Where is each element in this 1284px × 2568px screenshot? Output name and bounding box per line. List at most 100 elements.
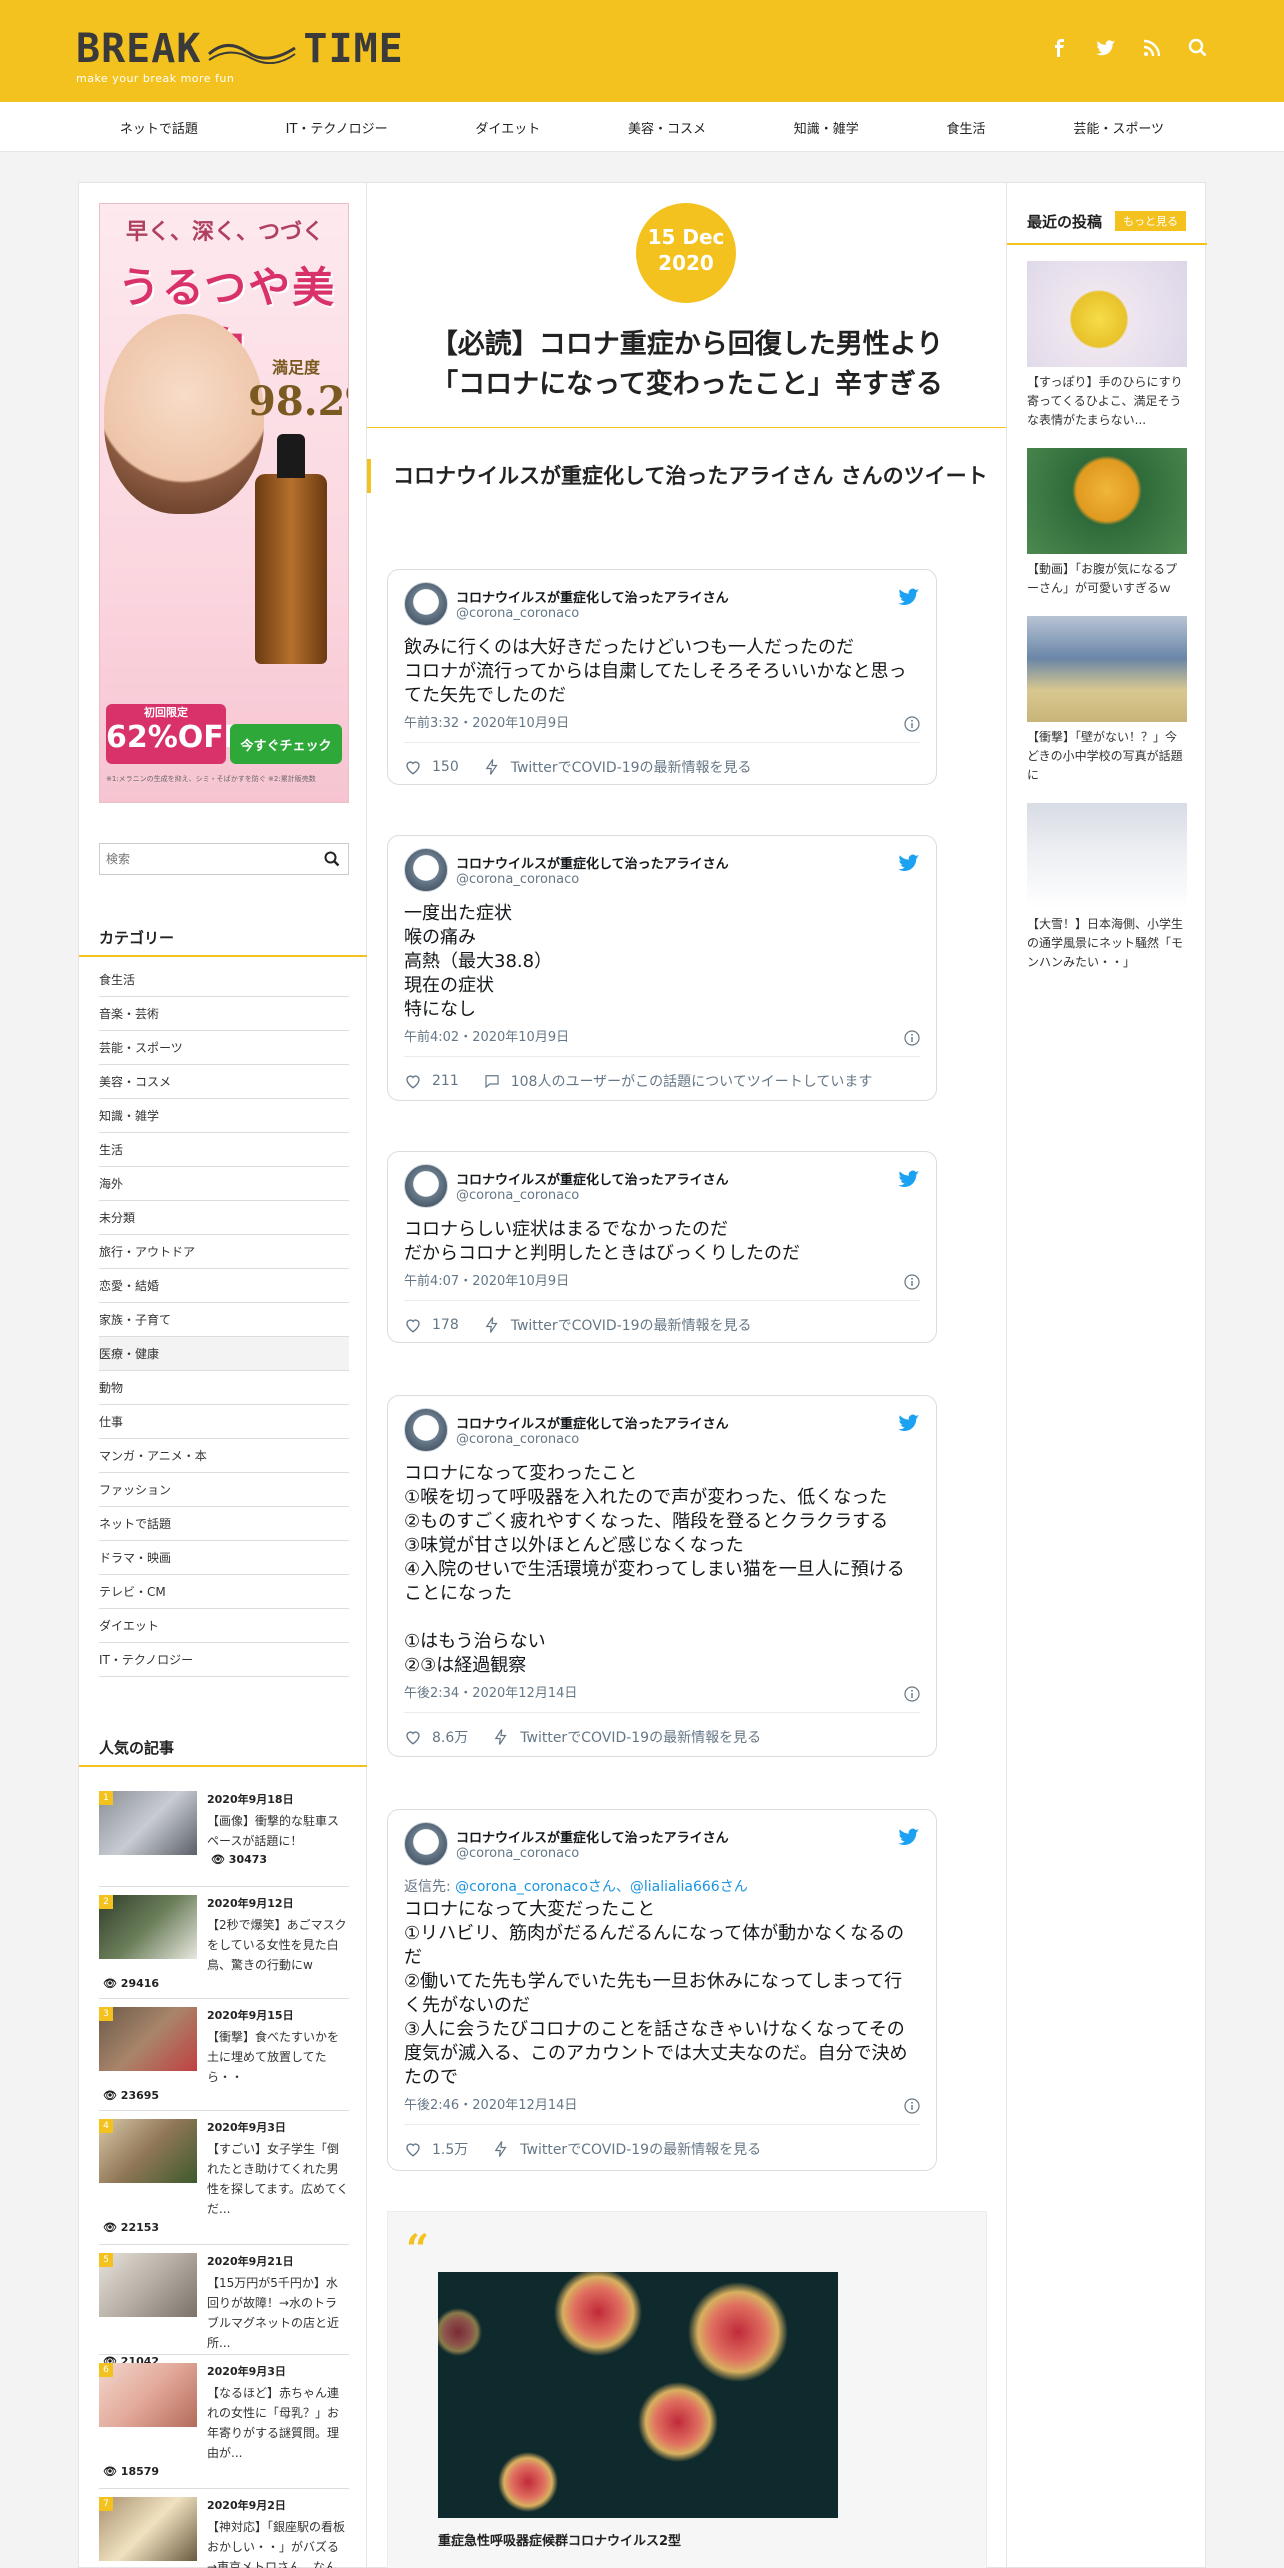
tweet-author-name[interactable]: コロナウイルスが重症化して治ったアライさん xyxy=(456,1827,729,1846)
twitter-bird-icon[interactable] xyxy=(898,586,920,608)
info-icon[interactable] xyxy=(904,716,920,732)
popular-item[interactable]: 6 2020年9月3日 【なるほど】赤ちゃん連れの女性に「母乳？」お年寄りがする… xyxy=(99,2355,349,2489)
tweet-author-handle[interactable]: @corona_coronaco xyxy=(456,872,729,887)
category-item[interactable]: マンガ・アニメ・本 xyxy=(99,1439,349,1473)
tweet-like-count[interactable]: 1.5万 xyxy=(432,2139,468,2159)
tweet-avatar[interactable] xyxy=(404,1164,448,1208)
nav-item-diet[interactable]: ダイエット xyxy=(475,118,540,137)
twitter-icon[interactable] xyxy=(1096,38,1116,58)
popular-title[interactable]: 【画像】衝撃的な駐車スペースが話題に！ xyxy=(207,1811,349,1851)
popular-item[interactable]: 7 2020年9月2日 【神対応】「銀座駅の看板おかしい・・」がバズる→東京メト… xyxy=(99,2489,349,2568)
nav-item-knowledge[interactable]: 知識・雑学 xyxy=(794,118,859,137)
popular-title[interactable]: 【衝撃】食べたすいかを土に埋めて放置してたら・・ xyxy=(207,2027,349,2087)
tweet-timestamp[interactable]: 午前4:07・2020年10月9日 xyxy=(404,1274,569,1289)
category-item[interactable]: 知識・雑学 xyxy=(99,1099,349,1133)
category-item[interactable]: 芸能・スポーツ xyxy=(99,1031,349,1065)
category-item[interactable]: 仕事 xyxy=(99,1405,349,1439)
category-item[interactable]: 音楽・芸術 xyxy=(99,997,349,1031)
embedded-tweet[interactable]: コロナウイルスが重症化して治ったアライさん @corona_coronaco コ… xyxy=(387,1151,937,1343)
embedded-tweet[interactable]: コロナウイルスが重症化して治ったアライさん @corona_coronaco コ… xyxy=(387,1395,937,1757)
info-icon[interactable] xyxy=(904,1030,920,1046)
popular-thumb-image[interactable] xyxy=(99,2119,197,2183)
tweet-footer-link[interactable]: TwitterでCOVID-19の最新情報を見る xyxy=(520,2139,761,2159)
tweet-like-count[interactable]: 178 xyxy=(432,1317,459,1333)
popular-item[interactable]: 3 2020年9月15日 【衝撃】食べたすいかを土に埋めて放置してたら・・ 👁 … xyxy=(99,1999,349,2111)
popular-title[interactable]: 【すごい】女子学生「倒れたとき助けてくれた男性を探してます。広めてくだ... xyxy=(207,2139,349,2219)
recent-post-title[interactable]: 【大雪！】日本海側、小学生の通学風景にネット騒然「モンハンみたい・・」 xyxy=(1027,915,1187,972)
tweet-avatar[interactable] xyxy=(404,1408,448,1452)
tweet-timestamp[interactable]: 午後2:34・2020年12月14日 xyxy=(404,1686,577,1701)
tweet-author-handle[interactable]: @corona_coronaco xyxy=(456,1188,729,1203)
embedded-tweet[interactable]: コロナウイルスが重症化して治ったアライさん @corona_coronaco 飲… xyxy=(387,569,937,785)
category-item[interactable]: 動物 xyxy=(99,1371,349,1405)
tweet-author-handle[interactable]: @corona_coronaco xyxy=(456,1846,729,1861)
nav-item-entertainment[interactable]: 芸能・スポーツ xyxy=(1073,118,1164,137)
tweet-timestamp[interactable]: 午前4:02・2020年10月9日 xyxy=(404,1030,569,1045)
popular-item[interactable]: 5 2020年9月21日 【15万円が5千円か】水回りが故障！→水のトラブルマグ… xyxy=(99,2245,349,2368)
info-icon[interactable] xyxy=(904,1274,920,1290)
tweet-footer-link[interactable]: TwitterでCOVID-19の最新情報を見る xyxy=(520,1727,761,1747)
tweet-author-name[interactable]: コロナウイルスが重症化して治ったアライさん xyxy=(456,1413,729,1432)
popular-thumb-image[interactable] xyxy=(99,2007,197,2071)
category-item[interactable]: ネットで話題 xyxy=(99,1507,349,1541)
tweet-timestamp[interactable]: 午前3:32・2020年10月9日 xyxy=(404,716,569,731)
site-logo[interactable]: BREAK TIME make your break more fun xyxy=(76,26,404,85)
popular-thumb-image[interactable] xyxy=(99,1895,197,1959)
tweet-reply-mentions[interactable]: @corona_coronacoさん、@lialialia666さん xyxy=(455,1879,748,1895)
info-icon[interactable] xyxy=(904,1686,920,1702)
heart-icon[interactable] xyxy=(404,1072,422,1090)
popular-thumb-image[interactable] xyxy=(99,1791,197,1855)
recent-post-item[interactable]: 【すっぽり】手のひらにすり寄ってくるひよこ、満足そうな表情がたまらない... xyxy=(1027,261,1187,430)
category-item[interactable]: テレビ・CM xyxy=(99,1575,349,1609)
category-item[interactable]: 生活 xyxy=(99,1133,349,1167)
search-icon[interactable] xyxy=(1188,38,1208,58)
rss-icon[interactable] xyxy=(1142,38,1162,58)
heart-icon[interactable] xyxy=(404,2140,422,2158)
popular-thumb-image[interactable] xyxy=(99,2253,197,2317)
tweet-timestamp[interactable]: 午後2:46・2020年12月14日 xyxy=(404,2098,577,2113)
recent-post-title[interactable]: 【衝撃】「壁がない！？」今どきの小中学校の写真が話題に xyxy=(1027,728,1187,785)
recent-post-item[interactable]: 【衝撃】「壁がない！？」今どきの小中学校の写真が話題に xyxy=(1027,616,1187,785)
twitter-bird-icon[interactable] xyxy=(898,1168,920,1190)
category-item[interactable]: 未分類 xyxy=(99,1201,349,1235)
popular-thumb-image[interactable] xyxy=(99,2363,197,2427)
popular-thumb-image[interactable] xyxy=(99,2497,197,2561)
category-item[interactable]: ダイエット xyxy=(99,1609,349,1643)
heart-icon[interactable] xyxy=(404,1316,422,1334)
popular-title[interactable]: 【15万円が5千円か】水回りが故障！→水のトラブルマグネットの店と近所... xyxy=(207,2273,349,2353)
category-item[interactable]: 家族・子育て xyxy=(99,1303,349,1337)
search-input[interactable] xyxy=(100,844,300,874)
info-icon[interactable] xyxy=(904,2098,920,2114)
nav-item-net[interactable]: ネットで話題 xyxy=(120,118,198,137)
recent-post-title[interactable]: 【動画】「お腹が気になるプーさん」が可愛いすぎるｗ xyxy=(1027,560,1187,598)
category-item[interactable]: ファッション xyxy=(99,1473,349,1507)
popular-title[interactable]: 【2秒で爆笑】あごマスクをしている女性を見た白鳥、驚きの行動にw xyxy=(207,1915,349,1975)
recent-post-item[interactable]: 【大雪！】日本海側、小学生の通学風景にネット騒然「モンハンみたい・・」 xyxy=(1027,803,1187,972)
popular-title[interactable]: 【神対応】「銀座駅の看板おかしい・・」がバズる→東京メトロさん、なん xyxy=(207,2517,349,2568)
recent-thumb-image[interactable] xyxy=(1027,803,1187,909)
twitter-bird-icon[interactable] xyxy=(898,852,920,874)
category-item[interactable]: 食生活 xyxy=(99,963,349,997)
popular-item[interactable]: 1 2020年9月18日 【画像】衝撃的な駐車スペースが話題に！ 👁 30473 xyxy=(99,1783,349,1887)
more-button[interactable]: もっと見る xyxy=(1115,211,1186,231)
embedded-tweet[interactable]: コロナウイルスが重症化して治ったアライさん @corona_coronaco 一… xyxy=(387,835,937,1101)
category-item[interactable]: IT・テクノロジー xyxy=(99,1643,349,1677)
recent-thumb-image[interactable] xyxy=(1027,616,1187,722)
popular-title[interactable]: 【なるほど】赤ちゃん連れの女性に「母乳？」お年寄りがする謎質問。理由が... xyxy=(207,2383,349,2463)
twitter-bird-icon[interactable] xyxy=(898,1826,920,1848)
category-item[interactable]: 海外 xyxy=(99,1167,349,1201)
category-item[interactable]: 医療・健康 xyxy=(99,1337,349,1371)
recent-thumb-image[interactable] xyxy=(1027,261,1187,367)
heart-icon[interactable] xyxy=(404,758,422,776)
ad-cta-button[interactable]: 今すぐチェック xyxy=(230,724,342,764)
tweet-avatar[interactable] xyxy=(404,582,448,626)
category-item[interactable]: 美容・コスメ xyxy=(99,1065,349,1099)
popular-item[interactable]: 4 2020年9月3日 【すごい】女子学生「倒れたとき助けてくれた男性を探してま… xyxy=(99,2111,349,2245)
heart-icon[interactable] xyxy=(404,1728,422,1746)
tweet-avatar[interactable] xyxy=(404,848,448,892)
tweet-like-count[interactable]: 150 xyxy=(432,759,459,775)
tweet-author-name[interactable]: コロナウイルスが重症化して治ったアライさん xyxy=(456,853,729,872)
recent-post-title[interactable]: 【すっぽり】手のひらにすり寄ってくるひよこ、満足そうな表情がたまらない... xyxy=(1027,373,1187,430)
category-item[interactable]: 旅行・アウトドア xyxy=(99,1235,349,1269)
embedded-tweet[interactable]: コロナウイルスが重症化して治ったアライさん @corona_coronaco 返… xyxy=(387,1809,937,2171)
